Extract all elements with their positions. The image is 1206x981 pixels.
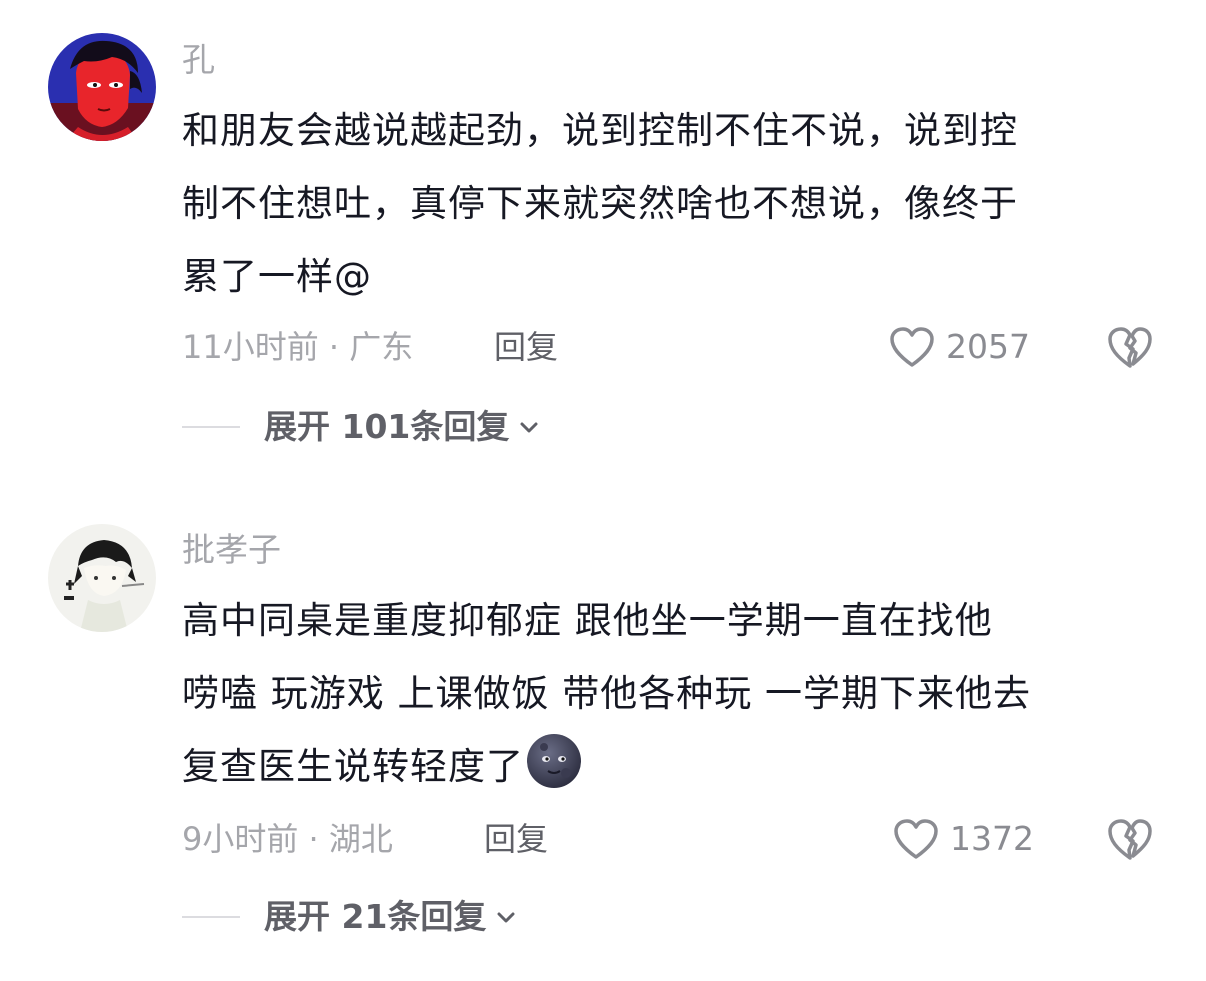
comment-text: 和朋友会越说越起劲，说到控制不住不说，说到控 制不住想吐，真停下来就突然啥也不想… <box>182 94 1172 313</box>
comment-text-line: 和朋友会越说越起劲，说到控制不住不说，说到控 <box>182 109 1018 152</box>
heart-icon <box>894 819 938 859</box>
expand-replies-label: 展开 101条回复 <box>264 407 510 446</box>
comment-meta: 11小时前 · 广东 回复 2057 <box>182 322 1162 372</box>
expand-replies-button[interactable]: 展开 21条回复 <box>264 892 518 942</box>
new-moon-face-icon <box>527 734 581 788</box>
comment-text-line: 高中同桌是重度抑郁症 跟他坐一学期一直在找他 <box>182 599 993 642</box>
like-button[interactable]: 2057 <box>888 322 1030 372</box>
heart-icon <box>890 327 934 367</box>
comment-text-segment: 复查医生说转轻度了 <box>182 745 524 788</box>
chevron-down-icon <box>520 422 538 433</box>
comment-meta: 9小时前 · 湖北 回复 1372 <box>182 814 1162 864</box>
reply-button[interactable]: 回复 <box>484 814 548 864</box>
avatar-red-character-image <box>48 33 156 141</box>
reply-button[interactable]: 回复 <box>494 322 558 372</box>
avatar[interactable] <box>48 524 156 632</box>
comment-time-location: 11小时前 · 广东 <box>182 328 414 366</box>
dislike-broken-heart-icon[interactable] <box>1106 324 1154 370</box>
chevron-down-icon <box>497 912 515 923</box>
avatar[interactable] <box>48 33 156 141</box>
divider-line <box>182 426 240 428</box>
comment-username[interactable]: 批孝子 <box>182 530 281 570</box>
comment-item: 批孝子 高中同桌是重度抑郁症 跟他坐一学期一直在找他 唠嗑 玩游戏 上课做饭 带… <box>0 490 1206 981</box>
divider-line <box>182 916 240 918</box>
comment-text: 高中同桌是重度抑郁症 跟他坐一学期一直在找他 唠嗑 玩游戏 上课做饭 带他各种玩… <box>182 584 1172 803</box>
dislike-broken-heart-icon[interactable] <box>1106 816 1154 862</box>
comment-text-line: 复查医生说转轻度了 <box>182 730 1172 803</box>
comment-item: 孔 和朋友会越说越起劲，说到控制不住不说，说到控 制不住想吐，真停下来就突然啥也… <box>0 0 1206 490</box>
comment-text-line: 累了一样@ <box>182 255 372 298</box>
expand-replies-button[interactable]: 展开 101条回复 <box>264 402 541 452</box>
like-count: 2057 <box>946 327 1030 366</box>
expand-replies-row: 展开 101条回复 <box>182 402 541 452</box>
comment-text-line: 制不住想吐，真停下来就突然啥也不想说，像终于 <box>182 182 1018 225</box>
expand-replies-row: 展开 21条回复 <box>182 892 518 942</box>
comment-text-line: 唠嗑 玩游戏 上课做饭 带他各种玩 一学期下来他去 <box>182 672 1032 715</box>
comment-time-location: 9小时前 · 湖北 <box>182 820 393 858</box>
like-count: 1372 <box>950 819 1034 858</box>
like-button[interactable]: 1372 <box>892 814 1034 864</box>
comment-username[interactable]: 孔 <box>182 40 215 80</box>
avatar-sketch-character-image <box>48 524 156 632</box>
expand-replies-label: 展开 21条回复 <box>264 897 487 936</box>
